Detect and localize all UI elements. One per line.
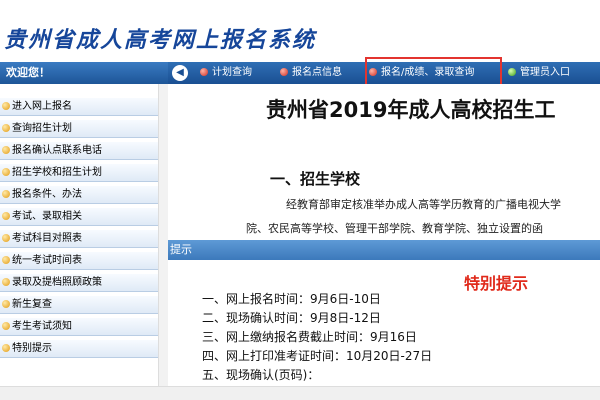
nav-registration-sites-label: 报名点信息 xyxy=(292,67,342,78)
sidebar-item-schools-plans[interactable]: 招生学校和招生计划 xyxy=(0,164,158,182)
orange-bullet-icon xyxy=(2,234,10,242)
nav-admin-login-label: 管理员入口 xyxy=(520,67,570,78)
page-title: 贵州省2019年成人高校招生工 xyxy=(266,98,556,122)
orange-bullet-icon xyxy=(2,212,10,220)
sidebar-item-label: 考试科目对照表 xyxy=(12,233,82,244)
tip-section-bar: 提示 xyxy=(168,240,600,260)
sidebar-item-label: 特别提示 xyxy=(12,343,52,354)
sidebar-item-subject-table[interactable]: 考试科目对照表 xyxy=(0,230,158,248)
orange-bullet-icon xyxy=(2,190,10,198)
sidebar-item-exam-notice[interactable]: 考生考试须知 xyxy=(0,318,158,336)
paragraph-line: 院、农民高等学校、管理干部学院、教育学院、独立设置的函 xyxy=(246,222,543,235)
sidebar-item-label: 报名条件、办法 xyxy=(12,189,82,200)
nav-plan-query-label: 计划查询 xyxy=(212,67,252,78)
site-header: 贵州省成人高考网上报名系统 xyxy=(0,18,600,60)
sidebar-item-label: 查询招生计划 xyxy=(12,123,72,134)
orange-bullet-icon xyxy=(2,124,10,132)
top-nav-bar: 欢迎您！ ◀ 计划查询 报名点信息 报名/成绩、录取查询 管理员入口 xyxy=(0,62,600,84)
orange-bullet-icon xyxy=(2,300,10,308)
sidebar-item-label: 考生考试须知 xyxy=(12,321,72,332)
paragraph-line: 经教育部审定核准举办成人高等学历教育的广播电视大学 xyxy=(286,198,561,211)
sidebar: 进入网上报名 查询招生计划 报名确认点联系电话 招生学校和招生计划 报名条件、办… xyxy=(0,84,168,386)
welcome-text: 欢迎您！ xyxy=(0,62,168,84)
sidebar-item-label: 进入网上报名 xyxy=(12,101,72,112)
sidebar-item-online-registration[interactable]: 进入网上报名 xyxy=(0,98,158,116)
sidebar-item-label: 录取及提档照顾政策 xyxy=(12,277,102,288)
timeline-item: 四、网上打印准考证时间：10月20日-27日 xyxy=(202,349,433,363)
main-content: 贵州省2019年成人高校招生工 一、招生学校 经教育部审定核准举办成人高等学历教… xyxy=(168,84,600,386)
sidebar-item-label: 统一考试时间表 xyxy=(12,255,82,266)
red-bullet-icon xyxy=(280,68,288,76)
orange-bullet-icon xyxy=(2,168,10,176)
horizontal-scrollbar[interactable] xyxy=(0,386,600,400)
sidebar-item-plan-query[interactable]: 查询招生计划 xyxy=(0,120,158,138)
orange-bullet-icon xyxy=(2,256,10,264)
timeline-item: 二、现场确认时间：9月8日-12日 xyxy=(202,311,381,325)
sidebar-scrollbar[interactable] xyxy=(158,84,168,386)
timeline-item: 三、网上缴纳报名费截止时间：9月16日 xyxy=(202,330,417,344)
sidebar-item-confirm-phone[interactable]: 报名确认点联系电话 xyxy=(0,142,158,160)
orange-bullet-icon xyxy=(2,322,10,330)
sidebar-item-recheck[interactable]: 新生复查 xyxy=(0,296,158,314)
orange-bullet-icon xyxy=(2,278,10,286)
red-bullet-icon xyxy=(200,68,208,76)
green-bullet-icon xyxy=(508,68,516,76)
sidebar-item-label: 招生学校和招生计划 xyxy=(12,167,102,178)
special-tip-heading: 特别提示 xyxy=(464,274,529,293)
timeline-item: 一、网上报名时间：9月6日-10日 xyxy=(202,292,381,306)
section-heading: 一、招生学校 xyxy=(270,170,361,188)
collapse-arrow-icon[interactable]: ◀ xyxy=(172,65,188,81)
orange-bullet-icon xyxy=(2,344,10,352)
sidebar-item-special-tips[interactable]: 特别提示 xyxy=(0,340,158,358)
orange-bullet-icon xyxy=(2,102,10,110)
sidebar-item-label: 考试、录取相关 xyxy=(12,211,82,222)
site-title: 贵州省成人高考网上报名系统 xyxy=(4,27,317,53)
timeline-item: 五、现场确认(页码)： xyxy=(202,368,320,382)
nav-registration-sites[interactable]: 报名点信息 xyxy=(280,62,342,84)
sidebar-item-conditions[interactable]: 报名条件、办法 xyxy=(0,186,158,204)
sidebar-item-exam-admission[interactable]: 考试、录取相关 xyxy=(0,208,158,226)
sidebar-item-label: 报名确认点联系电话 xyxy=(12,145,102,156)
sidebar-item-exam-schedule[interactable]: 统一考试时间表 xyxy=(0,252,158,270)
nav-admin-login[interactable]: 管理员入口 xyxy=(508,62,570,84)
nav-plan-query[interactable]: 计划查询 xyxy=(200,62,252,84)
orange-bullet-icon xyxy=(2,146,10,154)
sidebar-item-label: 新生复查 xyxy=(12,299,52,310)
sidebar-item-admission-policy[interactable]: 录取及提档照顾政策 xyxy=(0,274,158,292)
